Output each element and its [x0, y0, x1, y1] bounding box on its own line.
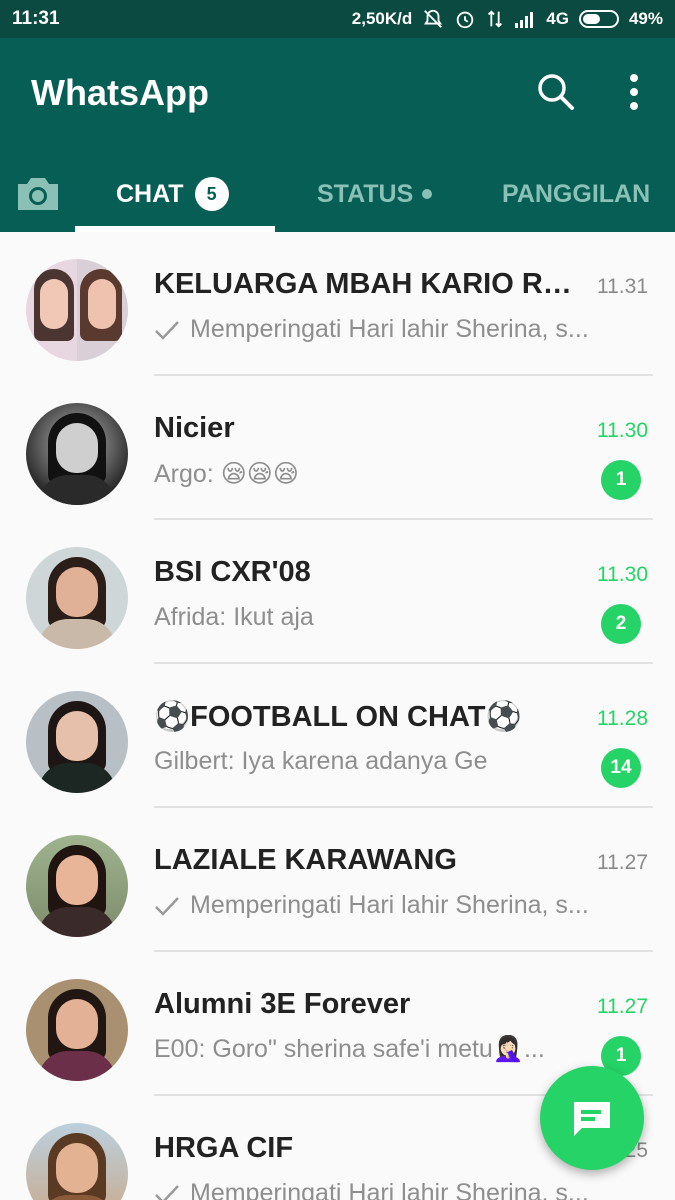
unread-badge: 14: [601, 748, 641, 788]
tab-chat[interactable]: CHAT 5: [116, 156, 229, 232]
search-icon: [538, 74, 574, 110]
avatar[interactable]: [26, 835, 128, 937]
tab-camera[interactable]: [12, 170, 64, 218]
tab-bar: CHAT 5 STATUS PANGGILAN: [0, 156, 675, 232]
status-icons: 2,50K/d 4G 49%: [352, 8, 663, 30]
network-speed: 2,50K/d: [351, 9, 413, 28]
status-bar: 11:31 2,50K/d 4G 49%: [0, 0, 675, 38]
alarm-icon: [454, 8, 476, 30]
avatar[interactable]: [26, 691, 128, 793]
chat-preview-text: Argo: 😪😪😪: [154, 460, 299, 488]
chat-name: Alumni 3E Forever: [154, 988, 411, 1020]
chat-preview: Memperingati Hari lahir Sherina, s...: [154, 315, 629, 344]
chat-list: KELUARGA MBAH KARIO RE... 11.31 Memperin…: [0, 232, 675, 1200]
chat-time: 11.31: [597, 275, 648, 298]
chat-preview-text: Memperingati Hari lahir Sherina, s...: [190, 1179, 589, 1200]
camera-icon: [18, 178, 58, 210]
tab-status[interactable]: STATUS: [317, 156, 433, 232]
avatar[interactable]: [26, 979, 128, 1081]
data-transfer-icon: [486, 8, 504, 30]
chat-name: Nicier: [154, 412, 235, 444]
chat-preview: E00: Goro" sherina safe'i metu🤦🏻‍♀️...: [154, 1035, 629, 1064]
app-title: WhatsApp: [31, 72, 209, 113]
more-vert-icon: [630, 74, 638, 110]
search-button[interactable]: [534, 70, 578, 114]
check-icon: [154, 1183, 180, 1200]
unread-badge: 2: [601, 604, 641, 644]
chat-row[interactable]: ⚽FOOTBALL ON CHAT⚽ 11.28 Gilbert: Iya ka…: [0, 664, 675, 808]
chat-preview: Argo: 😪😪😪: [154, 459, 629, 489]
check-icon: [154, 895, 180, 917]
chat-preview: Memperingati Hari lahir Sherina, s...: [154, 891, 629, 920]
chat-name: KELUARGA MBAH KARIO RE...: [154, 268, 584, 300]
chat-time: 11.30: [597, 563, 648, 586]
chat-preview: Afrida: Ikut aja: [154, 603, 629, 632]
chat-row[interactable]: BSI CXR'08 11.30 Afrida: Ikut aja 2: [0, 520, 675, 664]
chat-name: HRGA CIF: [154, 1132, 294, 1164]
chat-preview-text: Gilbert: Iya karena adanya Ge: [154, 747, 488, 775]
avatar[interactable]: [26, 1123, 128, 1200]
status-new-dot: [422, 189, 433, 199]
mute-icon: [422, 8, 444, 30]
chat-row[interactable]: KELUARGA MBAH KARIO RE... 11.31 Memperin…: [0, 232, 675, 376]
chat-time: 11.30: [597, 419, 648, 442]
unread-badge: 1: [601, 460, 641, 500]
chat-name: BSI CXR'08: [154, 556, 311, 588]
new-chat-button[interactable]: [540, 1066, 644, 1170]
chat-preview: Gilbert: Iya karena adanya Ge: [154, 747, 629, 776]
more-options-button[interactable]: [614, 70, 654, 114]
chat-time: 11.27: [597, 851, 648, 874]
chat-preview-text: Memperingati Hari lahir Sherina, s...: [190, 315, 589, 343]
chat-name: ⚽FOOTBALL ON CHAT⚽: [154, 701, 522, 733]
battery-icon: [578, 10, 619, 28]
chat-preview-text: E00: Goro" sherina safe'i metu🤦🏻‍♀️...: [154, 1035, 545, 1063]
check-icon: [154, 319, 180, 341]
network-type: 4G: [546, 9, 569, 28]
tab-calls-label: PANGGILAN: [502, 179, 651, 208]
chat-row[interactable]: Nicier 11.30 Argo: 😪😪😪 1: [0, 376, 675, 520]
chat-preview-text: Memperingati Hari lahir Sherina, s...: [190, 891, 589, 919]
signal-icon: [514, 9, 536, 29]
tab-chat-label: CHAT: [116, 179, 184, 208]
avatar[interactable]: [26, 403, 128, 505]
tab-chat-badge: 5: [194, 177, 229, 211]
battery-level: 49%: [628, 9, 663, 28]
tab-calls[interactable]: PANGGILAN: [502, 156, 650, 232]
chat-preview-text: Afrida: Ikut aja: [154, 603, 314, 631]
chat-preview: Memperingati Hari lahir Sherina, s...: [154, 1179, 629, 1200]
chat-time: 11.27: [597, 995, 648, 1018]
tab-status-label: STATUS: [317, 179, 414, 208]
avatar[interactable]: [26, 547, 128, 649]
status-time: 11:31: [12, 8, 60, 29]
new-chat-icon: [574, 1102, 610, 1136]
chat-name: LAZIALE KARAWANG: [154, 844, 457, 876]
chat-time: 11.28: [597, 707, 648, 730]
app-bar: WhatsApp CHAT 5 STATUS PANGGILAN: [0, 38, 675, 232]
avatar[interactable]: [26, 259, 128, 361]
chat-row[interactable]: LAZIALE KARAWANG 11.27 Memperingati Hari…: [0, 808, 675, 952]
